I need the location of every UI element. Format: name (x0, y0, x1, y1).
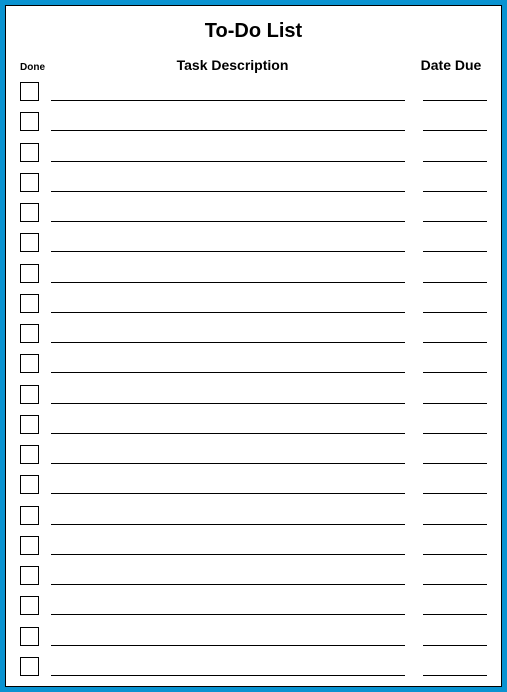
date-input-line[interactable] (423, 412, 487, 434)
task-input-line[interactable] (51, 351, 405, 373)
task-row (20, 624, 487, 646)
done-checkbox[interactable] (20, 415, 39, 434)
done-checkbox[interactable] (20, 233, 39, 252)
date-input-line[interactable] (423, 109, 487, 131)
date-input-line[interactable] (423, 170, 487, 192)
task-rows (20, 79, 487, 676)
page-title: To-Do List (20, 20, 487, 43)
done-checkbox[interactable] (20, 506, 39, 525)
task-header: Task Description (50, 57, 415, 73)
task-row (20, 321, 487, 343)
task-input-line[interactable] (51, 321, 405, 343)
task-input-line[interactable] (51, 382, 405, 404)
task-row (20, 261, 487, 283)
task-input-line[interactable] (51, 79, 405, 101)
date-input-line[interactable] (423, 79, 487, 101)
task-row (20, 291, 487, 313)
date-input-line[interactable] (423, 442, 487, 464)
column-headers: Done Task Description Date Due (20, 57, 487, 73)
task-row (20, 593, 487, 615)
done-header: Done (20, 62, 50, 73)
task-input-line[interactable] (51, 170, 405, 192)
done-checkbox[interactable] (20, 324, 39, 343)
task-input-line[interactable] (51, 140, 405, 162)
date-input-line[interactable] (423, 624, 487, 646)
done-checkbox[interactable] (20, 445, 39, 464)
task-input-line[interactable] (51, 230, 405, 252)
task-input-line[interactable] (51, 412, 405, 434)
done-checkbox[interactable] (20, 112, 39, 131)
task-input-line[interactable] (51, 291, 405, 313)
date-input-line[interactable] (423, 472, 487, 494)
date-input-line[interactable] (423, 563, 487, 585)
date-input-line[interactable] (423, 593, 487, 615)
task-row (20, 472, 487, 494)
task-row (20, 140, 487, 162)
task-row (20, 200, 487, 222)
task-row (20, 230, 487, 252)
done-checkbox[interactable] (20, 143, 39, 162)
task-row (20, 351, 487, 373)
done-checkbox[interactable] (20, 354, 39, 373)
date-input-line[interactable] (423, 533, 487, 555)
task-row (20, 170, 487, 192)
task-input-line[interactable] (51, 200, 405, 222)
task-row (20, 533, 487, 555)
task-row (20, 442, 487, 464)
date-input-line[interactable] (423, 140, 487, 162)
done-checkbox[interactable] (20, 385, 39, 404)
done-checkbox[interactable] (20, 294, 39, 313)
date-input-line[interactable] (423, 382, 487, 404)
date-input-line[interactable] (423, 321, 487, 343)
task-row (20, 382, 487, 404)
date-input-line[interactable] (423, 351, 487, 373)
task-input-line[interactable] (51, 109, 405, 131)
task-input-line[interactable] (51, 624, 405, 646)
date-input-line[interactable] (423, 230, 487, 252)
done-checkbox[interactable] (20, 173, 39, 192)
date-input-line[interactable] (423, 200, 487, 222)
done-checkbox[interactable] (20, 203, 39, 222)
task-row (20, 412, 487, 434)
task-input-line[interactable] (51, 533, 405, 555)
task-row (20, 503, 487, 525)
done-checkbox[interactable] (20, 536, 39, 555)
done-checkbox[interactable] (20, 596, 39, 615)
task-input-line[interactable] (51, 563, 405, 585)
date-header: Date Due (415, 57, 487, 73)
date-input-line[interactable] (423, 291, 487, 313)
todo-page: To-Do List Done Task Description Date Du… (5, 5, 502, 687)
done-checkbox[interactable] (20, 566, 39, 585)
task-input-line[interactable] (51, 442, 405, 464)
task-row (20, 79, 487, 101)
done-checkbox[interactable] (20, 475, 39, 494)
task-row (20, 563, 487, 585)
task-input-line[interactable] (51, 593, 405, 615)
done-checkbox[interactable] (20, 627, 39, 646)
done-checkbox[interactable] (20, 82, 39, 101)
date-input-line[interactable] (423, 261, 487, 283)
task-row (20, 654, 487, 676)
task-input-line[interactable] (51, 503, 405, 525)
task-input-line[interactable] (51, 654, 405, 676)
done-checkbox[interactable] (20, 657, 39, 676)
task-row (20, 109, 487, 131)
task-input-line[interactable] (51, 261, 405, 283)
date-input-line[interactable] (423, 503, 487, 525)
task-input-line[interactable] (51, 472, 405, 494)
done-checkbox[interactable] (20, 264, 39, 283)
date-input-line[interactable] (423, 654, 487, 676)
